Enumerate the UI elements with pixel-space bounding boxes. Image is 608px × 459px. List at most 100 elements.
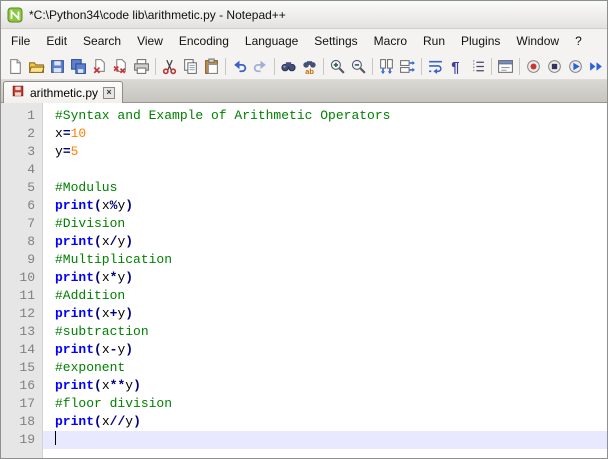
- macro-play-icon[interactable]: [565, 56, 586, 77]
- code-line[interactable]: print(x**y): [43, 377, 607, 395]
- macro-run-multiple-icon[interactable]: [586, 56, 607, 77]
- menu-bar: File Edit Search View Encoding Language Settin…: [1, 29, 607, 53]
- menu-item-macro[interactable]: Macro: [366, 29, 415, 53]
- code-line[interactable]: #subtraction: [43, 323, 607, 341]
- line-number: 18: [19, 414, 35, 429]
- paste-icon[interactable]: [201, 56, 222, 77]
- new-file-icon[interactable]: [5, 56, 26, 77]
- close-icon[interactable]: [89, 56, 110, 77]
- line-number: 14: [19, 342, 35, 357]
- code-line[interactable]: y=5: [43, 143, 607, 161]
- title-bar: *C:\Python34\code lib\arithmetic.py - No…: [1, 1, 607, 29]
- zoom-out-icon[interactable]: [348, 56, 369, 77]
- print-icon[interactable]: [131, 56, 152, 77]
- line-number: 8: [27, 234, 35, 249]
- toolbar-separator: [274, 57, 275, 75]
- code-line[interactable]: print(x//y): [43, 413, 607, 431]
- line-number: 10: [19, 270, 35, 285]
- toolbar-separator: [155, 57, 156, 75]
- code-line[interactable]: x=10: [43, 125, 607, 143]
- undo-icon[interactable]: [229, 56, 250, 77]
- code-line[interactable]: #Multiplication: [43, 251, 607, 269]
- toolbar-separator: [323, 57, 324, 75]
- line-number: 9: [27, 252, 35, 267]
- line-number: 19: [19, 432, 35, 447]
- redo-icon[interactable]: [250, 56, 271, 77]
- cut-icon[interactable]: [159, 56, 180, 77]
- toolbar-separator: [491, 57, 492, 75]
- tab-bar: arithmetic.py ×: [1, 80, 607, 103]
- line-number: 7: [27, 216, 35, 231]
- line-number: 3: [27, 144, 35, 159]
- code-area[interactable]: #Syntax and Example of Arithmetic Operat…: [43, 103, 607, 458]
- code-line[interactable]: #floor division: [43, 395, 607, 413]
- line-number-gutter: 1 2 3 4 5 6 7 8 9 10 11 12 13 14 15 16 17 18 19: [1, 103, 43, 458]
- code-line[interactable]: #Modulus: [43, 179, 607, 197]
- line-number: 13: [19, 324, 35, 339]
- menu-item-window[interactable]: Window: [508, 29, 567, 53]
- menu-item-settings[interactable]: Settings: [306, 29, 365, 53]
- modified-file-icon: [11, 84, 25, 101]
- code-line[interactable]: print(x/y): [43, 233, 607, 251]
- code-line[interactable]: [43, 161, 607, 179]
- menu-item-view[interactable]: View: [129, 29, 171, 53]
- svg-text:ab: ab: [305, 66, 314, 74]
- copy-icon[interactable]: [180, 56, 201, 77]
- code-line[interactable]: print(x%y): [43, 197, 607, 215]
- line-number: 16: [19, 378, 35, 393]
- svg-text:¶: ¶: [451, 59, 459, 74]
- line-number: 5: [27, 180, 35, 195]
- macro-record-icon[interactable]: [523, 56, 544, 77]
- close-all-icon[interactable]: [110, 56, 131, 77]
- show-indent-guide-icon[interactable]: [467, 56, 488, 77]
- code-line[interactable]: print(x-y): [43, 341, 607, 359]
- line-number: 6: [27, 198, 35, 213]
- editor[interactable]: 1 2 3 4 5 6 7 8 9 10 11 12 13 14 15 16 17 18 19 #Syntax an…: [1, 103, 607, 458]
- notepadpp-window: *C:\Python34\code lib\arithmetic.py - No…: [0, 0, 608, 459]
- find-icon[interactable]: [278, 56, 299, 77]
- menu-item-encoding[interactable]: Encoding: [171, 29, 237, 53]
- line-number: 11: [19, 288, 35, 303]
- tab-label: arithmetic.py: [30, 85, 99, 100]
- menu-item-help[interactable]: ?: [567, 29, 590, 53]
- code-line[interactable]: print(x+y): [43, 305, 607, 323]
- line-number: 4: [27, 162, 35, 177]
- toolbar-separator: [372, 57, 373, 75]
- code-line[interactable]: [43, 431, 607, 449]
- zoom-in-icon[interactable]: [327, 56, 348, 77]
- toolbar-separator: [519, 57, 520, 75]
- code-line[interactable]: #Syntax and Example of Arithmetic Operat…: [43, 107, 607, 125]
- line-number: 15: [19, 360, 35, 375]
- toolbar: ab ¶: [1, 53, 607, 80]
- tab-close-icon[interactable]: ×: [103, 86, 116, 99]
- code-line[interactable]: #exponent: [43, 359, 607, 377]
- notepadpp-logo-icon: [7, 7, 23, 23]
- line-number: 12: [19, 306, 35, 321]
- macro-stop-icon[interactable]: [544, 56, 565, 77]
- window-title: *C:\Python34\code lib\arithmetic.py - No…: [29, 7, 286, 22]
- menu-item-search[interactable]: Search: [75, 29, 129, 53]
- sync-horizontal-icon[interactable]: [397, 56, 418, 77]
- menu-item-language[interactable]: Language: [237, 29, 306, 53]
- user-defined-dialog-icon[interactable]: [495, 56, 516, 77]
- line-number: 1: [27, 108, 35, 123]
- toolbar-separator: [421, 57, 422, 75]
- code-line[interactable]: #Addition: [43, 287, 607, 305]
- menu-item-plugins[interactable]: Plugins: [453, 29, 508, 53]
- menu-item-run[interactable]: Run: [415, 29, 453, 53]
- toolbar-separator: [225, 57, 226, 75]
- line-number: 2: [27, 126, 35, 141]
- sync-vertical-icon[interactable]: [376, 56, 397, 77]
- line-number: 17: [19, 396, 35, 411]
- code-line[interactable]: print(x*y): [43, 269, 607, 287]
- menu-item-file[interactable]: File: [3, 29, 38, 53]
- open-folder-icon[interactable]: [26, 56, 47, 77]
- tab-arithmetic-py[interactable]: arithmetic.py ×: [3, 81, 124, 103]
- save-all-icon[interactable]: [68, 56, 89, 77]
- replace-icon[interactable]: ab: [299, 56, 320, 77]
- show-all-chars-icon[interactable]: ¶: [446, 56, 467, 77]
- menu-item-edit[interactable]: Edit: [38, 29, 75, 53]
- word-wrap-icon[interactable]: [425, 56, 446, 77]
- save-icon[interactable]: [47, 56, 68, 77]
- code-line[interactable]: #Division: [43, 215, 607, 233]
